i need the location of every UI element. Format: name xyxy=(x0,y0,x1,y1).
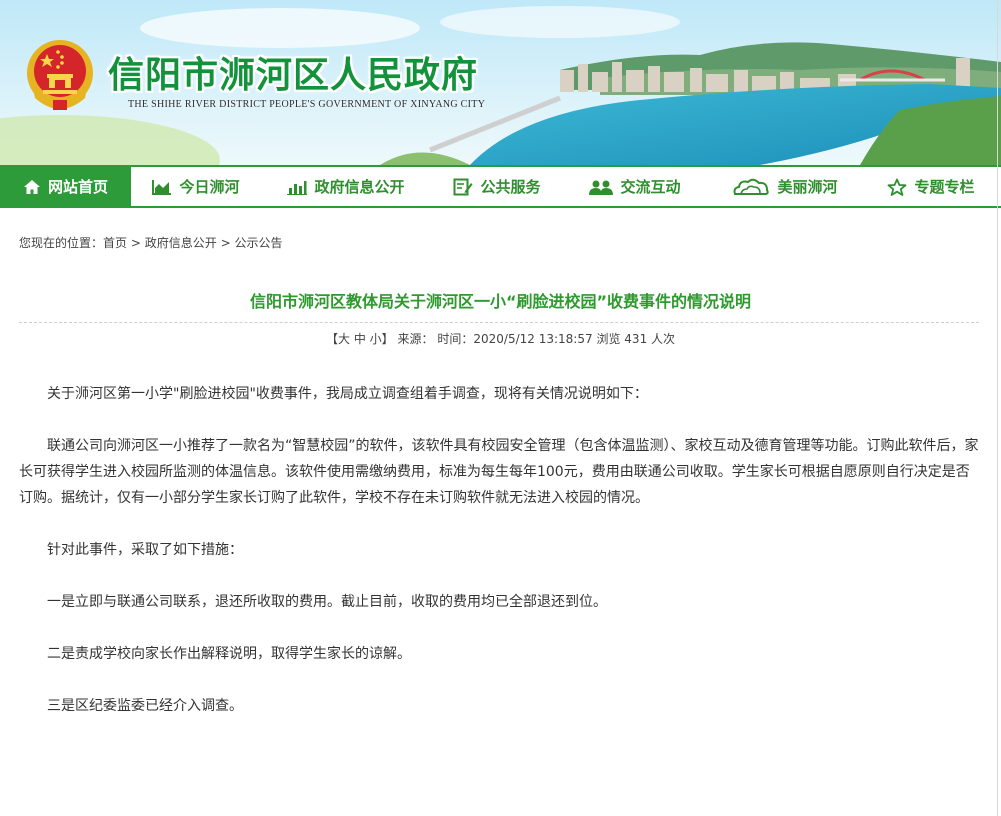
source-label: 来源： xyxy=(397,332,434,346)
header-banner: 信阳市浉河区人民政府 THE SHIHE RIVER DISTRICT PEOP… xyxy=(0,0,1001,165)
nav-item-interaction[interactable]: 交流互动 xyxy=(570,167,700,206)
font-size-small-button[interactable]: 小 xyxy=(370,332,382,346)
nav-item-label: 专题专栏 xyxy=(914,178,975,196)
article-paragraph: 一是立即与联通公司联系，退还所收取的费用。截止目前，收取的费用均已全部退还到位。 xyxy=(47,594,607,610)
nav-item-label: 交流互动 xyxy=(620,178,681,196)
article-paragraph: 三是区纪委监委已经介入调查。 xyxy=(47,698,243,714)
cloud-icon xyxy=(733,178,770,195)
breadcrumb-link-gov-info[interactable]: 政府信息公开 xyxy=(145,236,217,250)
bar-chart-icon xyxy=(287,180,308,195)
page-right-border xyxy=(997,0,998,816)
nav-item-label: 公共服务 xyxy=(480,178,541,196)
nav-item-public-service[interactable]: 公共服务 xyxy=(432,167,562,206)
breadcrumb-link-home[interactable]: 首页 xyxy=(103,236,127,250)
title-divider xyxy=(19,322,979,323)
font-size-bracket-open: 【 xyxy=(325,332,338,346)
views-unit: 人次 xyxy=(651,332,676,346)
article-paragraph: 关于浉河区第一小学"刷脸进校园"收费事件，我局成立调查组着手调查，现将有关情况说… xyxy=(47,386,648,402)
time-label: 时间： xyxy=(437,332,474,346)
breadcrumb-separator: > xyxy=(130,236,141,250)
article-title: 信阳市浉河区教体局关于浉河区一小“刷脸进校园”收费事件的情况说明 xyxy=(249,292,752,311)
nav-item-beautiful-shihe[interactable]: 美丽浉河 xyxy=(720,167,850,206)
article-paragraph: 联通公司向浉河区一小推荐了一款名为“智慧校园”的软件，该软件具有校园安全管理（包… xyxy=(19,438,979,506)
views-label: 浏览 xyxy=(596,332,621,346)
document-edit-icon xyxy=(453,178,473,195)
main-nav: 网站首页 今日浉河 政府信息公开 公共服务 交流互动 美丽浉河 专题专栏 xyxy=(0,165,1001,208)
font-size-large-button[interactable]: 大 xyxy=(338,332,350,346)
article-meta: 【大 中 小】 来源： 时间：2020/5/12 13:18:57 浏览 431… xyxy=(0,330,1001,347)
nav-item-today[interactable]: 今日浉河 xyxy=(131,167,261,206)
publish-time: 2020/5/12 13:18:57 xyxy=(473,332,593,346)
home-icon xyxy=(23,179,40,194)
breadcrumb-link-announcements[interactable]: 公示公告 xyxy=(234,236,282,250)
article-paragraph: 针对此事件，采取了如下措施： xyxy=(47,542,243,558)
users-icon xyxy=(589,180,614,195)
national-emblem-logo xyxy=(27,40,93,110)
font-size-bracket-close: 】 xyxy=(381,332,394,346)
nav-item-label: 今日浉河 xyxy=(179,178,240,196)
breadcrumb: 您现在的位置：首页 > 政府信息公开 > 公示公告 xyxy=(19,234,283,251)
site-title: 信阳市浉河区人民政府 xyxy=(108,55,479,96)
nav-item-label: 美丽浉河 xyxy=(777,178,838,196)
article-paragraph: 二是责成学校向家长作出解释说明，取得学生家长的谅解。 xyxy=(47,646,411,662)
nav-item-home[interactable]: 网站首页 xyxy=(0,167,131,206)
site-subtitle: THE SHIHE RIVER DISTRICT PEOPLE'S GOVERN… xyxy=(128,99,486,110)
view-count: 431 xyxy=(624,332,648,346)
nav-item-label: 网站首页 xyxy=(47,178,108,196)
breadcrumb-prefix: 您现在的位置： xyxy=(19,236,104,250)
nav-item-gov-info[interactable]: 政府信息公开 xyxy=(266,167,426,206)
font-size-medium-button[interactable]: 中 xyxy=(354,332,366,346)
nav-item-label: 政府信息公开 xyxy=(314,178,405,196)
breadcrumb-separator: > xyxy=(220,236,231,250)
article-body: 关于浉河区第一小学"刷脸进校园"收费事件，我局成立调查组着手调查，现将有关情况说… xyxy=(19,381,979,745)
area-chart-icon xyxy=(152,179,172,195)
star-icon xyxy=(888,178,907,196)
nav-item-special-topics[interactable]: 专题专栏 xyxy=(866,167,996,206)
